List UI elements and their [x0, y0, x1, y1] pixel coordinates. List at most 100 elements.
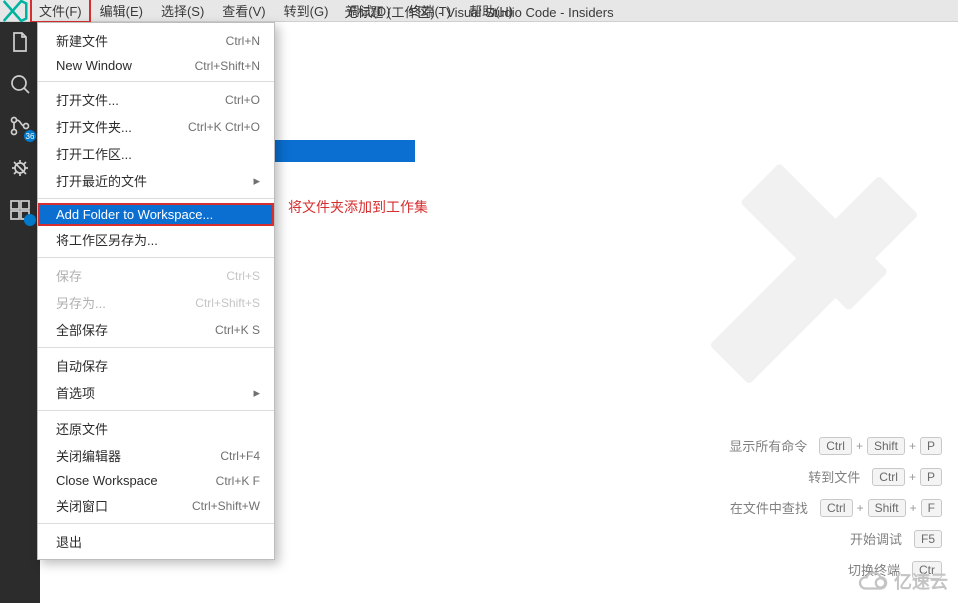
- menu-item-add-folder-to-workspace[interactable]: Add Folder to Workspace...: [38, 203, 274, 226]
- hint-start-debug: 开始调试 F5: [850, 529, 942, 548]
- hint-show-commands: 显示所有命令 Ctrl + Shift + P: [729, 436, 942, 455]
- menu-item-shortcut: Ctrl+Shift+N: [195, 59, 260, 73]
- menu-item-label: 还原文件: [56, 419, 108, 438]
- activity-bar: 36: [0, 22, 40, 603]
- menu-item-exit[interactable]: 退出: [38, 528, 274, 555]
- menu-item-close-workspace[interactable]: Close Workspace Ctrl+K F: [38, 469, 274, 492]
- plus-icon: +: [909, 470, 916, 484]
- menu-view[interactable]: 查看(V): [213, 0, 274, 23]
- activity-scm[interactable]: 36: [8, 114, 32, 138]
- menu-item-label: 保存: [56, 266, 82, 285]
- menu-item-save-all[interactable]: 全部保存 Ctrl+K S: [38, 316, 274, 343]
- menu-item-new-window[interactable]: New Window Ctrl+Shift+N: [38, 54, 274, 77]
- activity-debug[interactable]: [8, 156, 32, 180]
- scm-badge: 36: [24, 130, 36, 142]
- menu-separator: [38, 81, 274, 82]
- extensions-badge: [24, 214, 36, 226]
- hint-label: 转到文件: [808, 467, 860, 486]
- activity-explorer[interactable]: [8, 30, 32, 54]
- page-watermark: 亿速云: [858, 567, 948, 595]
- activity-extensions[interactable]: [8, 198, 32, 222]
- plus-icon: +: [856, 439, 863, 453]
- menu-item-revert-file[interactable]: 还原文件: [38, 415, 274, 442]
- key-shift: Shift: [868, 499, 906, 517]
- menu-item-label: 首选项: [56, 383, 95, 402]
- menu-item-auto-save[interactable]: 自动保存: [38, 352, 274, 379]
- menu-item-label: 关闭窗口: [56, 496, 108, 515]
- hint-label: 显示所有命令: [729, 436, 807, 455]
- menu-item-shortcut: Ctrl+O: [225, 93, 260, 107]
- menu-item-open-workspace[interactable]: 打开工作区...: [38, 140, 274, 167]
- menu-item-label: 将工作区另存为...: [56, 230, 158, 249]
- window-title: 无标题 (工作区) - Visual Studio Code - Insider…: [344, 2, 613, 21]
- key-ctrl: Ctrl: [819, 437, 852, 455]
- menu-select[interactable]: 选择(S): [152, 0, 213, 23]
- menu-item-close-editor[interactable]: 关闭编辑器 Ctrl+F4: [38, 442, 274, 469]
- hint-goto-file: 转到文件 Ctrl + P: [808, 467, 942, 486]
- menu-item-open-recent[interactable]: 打开最近的文件 ▸: [38, 167, 274, 194]
- files-icon: [8, 42, 32, 57]
- menu-separator: [38, 347, 274, 348]
- watermark-text: 亿速云: [894, 568, 948, 594]
- menu-item-new-file[interactable]: 新建文件 Ctrl+N: [38, 27, 274, 54]
- menu-item-label: 关闭编辑器: [56, 446, 121, 465]
- menu-separator: [38, 257, 274, 258]
- plus-icon: +: [909, 439, 916, 453]
- menu-item-shortcut: Ctrl+Shift+W: [192, 499, 260, 513]
- menu-separator: [38, 523, 274, 524]
- menu-item-shortcut: Ctrl+K F: [216, 474, 260, 488]
- plus-icon: +: [910, 501, 917, 515]
- vscode-insiders-icon: [0, 0, 30, 22]
- hint-find-in-files: 在文件中查找 Ctrl + Shift + F: [730, 498, 942, 517]
- menu-item-label: Add Folder to Workspace...: [56, 207, 213, 222]
- key-p: P: [920, 437, 942, 455]
- menu-separator: [38, 198, 274, 199]
- hint-label: 开始调试: [850, 529, 902, 548]
- activity-search[interactable]: [8, 72, 32, 96]
- menu-item-open-folder[interactable]: 打开文件夹... Ctrl+K Ctrl+O: [38, 113, 274, 140]
- menu-item-close-window[interactable]: 关闭窗口 Ctrl+Shift+W: [38, 492, 274, 519]
- chevron-right-icon: ▸: [253, 385, 260, 401]
- menu-item-shortcut: Ctrl+K Ctrl+O: [188, 120, 260, 134]
- hint-label: 在文件中查找: [730, 498, 808, 517]
- file-menu-dropdown: 新建文件 Ctrl+N New Window Ctrl+Shift+N 打开文件…: [37, 22, 275, 560]
- title-bar: 文件(F) 编辑(E) 选择(S) 查看(V) 转到(G) 调试(D) 终端(T…: [0, 0, 958, 22]
- menu-item-label: 全部保存: [56, 320, 108, 339]
- menu-item-label: 打开最近的文件: [56, 171, 147, 190]
- menu-item-label: 退出: [56, 532, 82, 551]
- key-f: F: [921, 499, 942, 517]
- key-p: P: [920, 468, 942, 486]
- menu-item-preferences[interactable]: 首选项 ▸: [38, 379, 274, 406]
- hint-keys: F5: [914, 530, 942, 548]
- search-icon: [8, 84, 32, 99]
- cloud-icon: [858, 567, 888, 595]
- menu-separator: [38, 410, 274, 411]
- annotation-text: 将文件夹添加到工作集: [288, 197, 428, 217]
- menu-item-save: 保存 Ctrl+S: [38, 262, 274, 289]
- menu-item-shortcut: Ctrl+S: [226, 269, 260, 283]
- key-f5: F5: [914, 530, 942, 548]
- menu-item-label: Close Workspace: [56, 473, 158, 488]
- plus-icon: +: [857, 501, 864, 515]
- sidebar-selected-row-fragment[interactable]: [275, 140, 415, 162]
- key-shift: Shift: [867, 437, 905, 455]
- menu-file[interactable]: 文件(F): [30, 0, 91, 23]
- menu-item-save-workspace-as[interactable]: 将工作区另存为...: [38, 226, 274, 253]
- key-ctrl: Ctrl: [872, 468, 905, 486]
- vscode-watermark-icon: [694, 160, 934, 400]
- menu-item-label: New Window: [56, 58, 132, 73]
- menu-edit[interactable]: 编辑(E): [91, 0, 152, 23]
- hint-keys: Ctrl + Shift + P: [819, 437, 942, 455]
- hint-keys: Ctrl + P: [872, 468, 942, 486]
- menu-item-shortcut: Ctrl+K S: [215, 323, 260, 337]
- menu-item-shortcut: Ctrl+N: [226, 34, 260, 48]
- welcome-hints: 显示所有命令 Ctrl + Shift + P 转到文件 Ctrl + P 在文…: [729, 436, 942, 579]
- bug-icon: [8, 168, 32, 183]
- menu-item-shortcut: Ctrl+F4: [220, 449, 260, 463]
- key-ctrl: Ctrl: [820, 499, 853, 517]
- menu-goto[interactable]: 转到(G): [275, 0, 338, 23]
- menu-item-label: 打开文件夹...: [56, 117, 132, 136]
- hint-keys: Ctrl + Shift + F: [820, 499, 942, 517]
- menu-item-open-file[interactable]: 打开文件... Ctrl+O: [38, 86, 274, 113]
- chevron-right-icon: ▸: [253, 173, 260, 189]
